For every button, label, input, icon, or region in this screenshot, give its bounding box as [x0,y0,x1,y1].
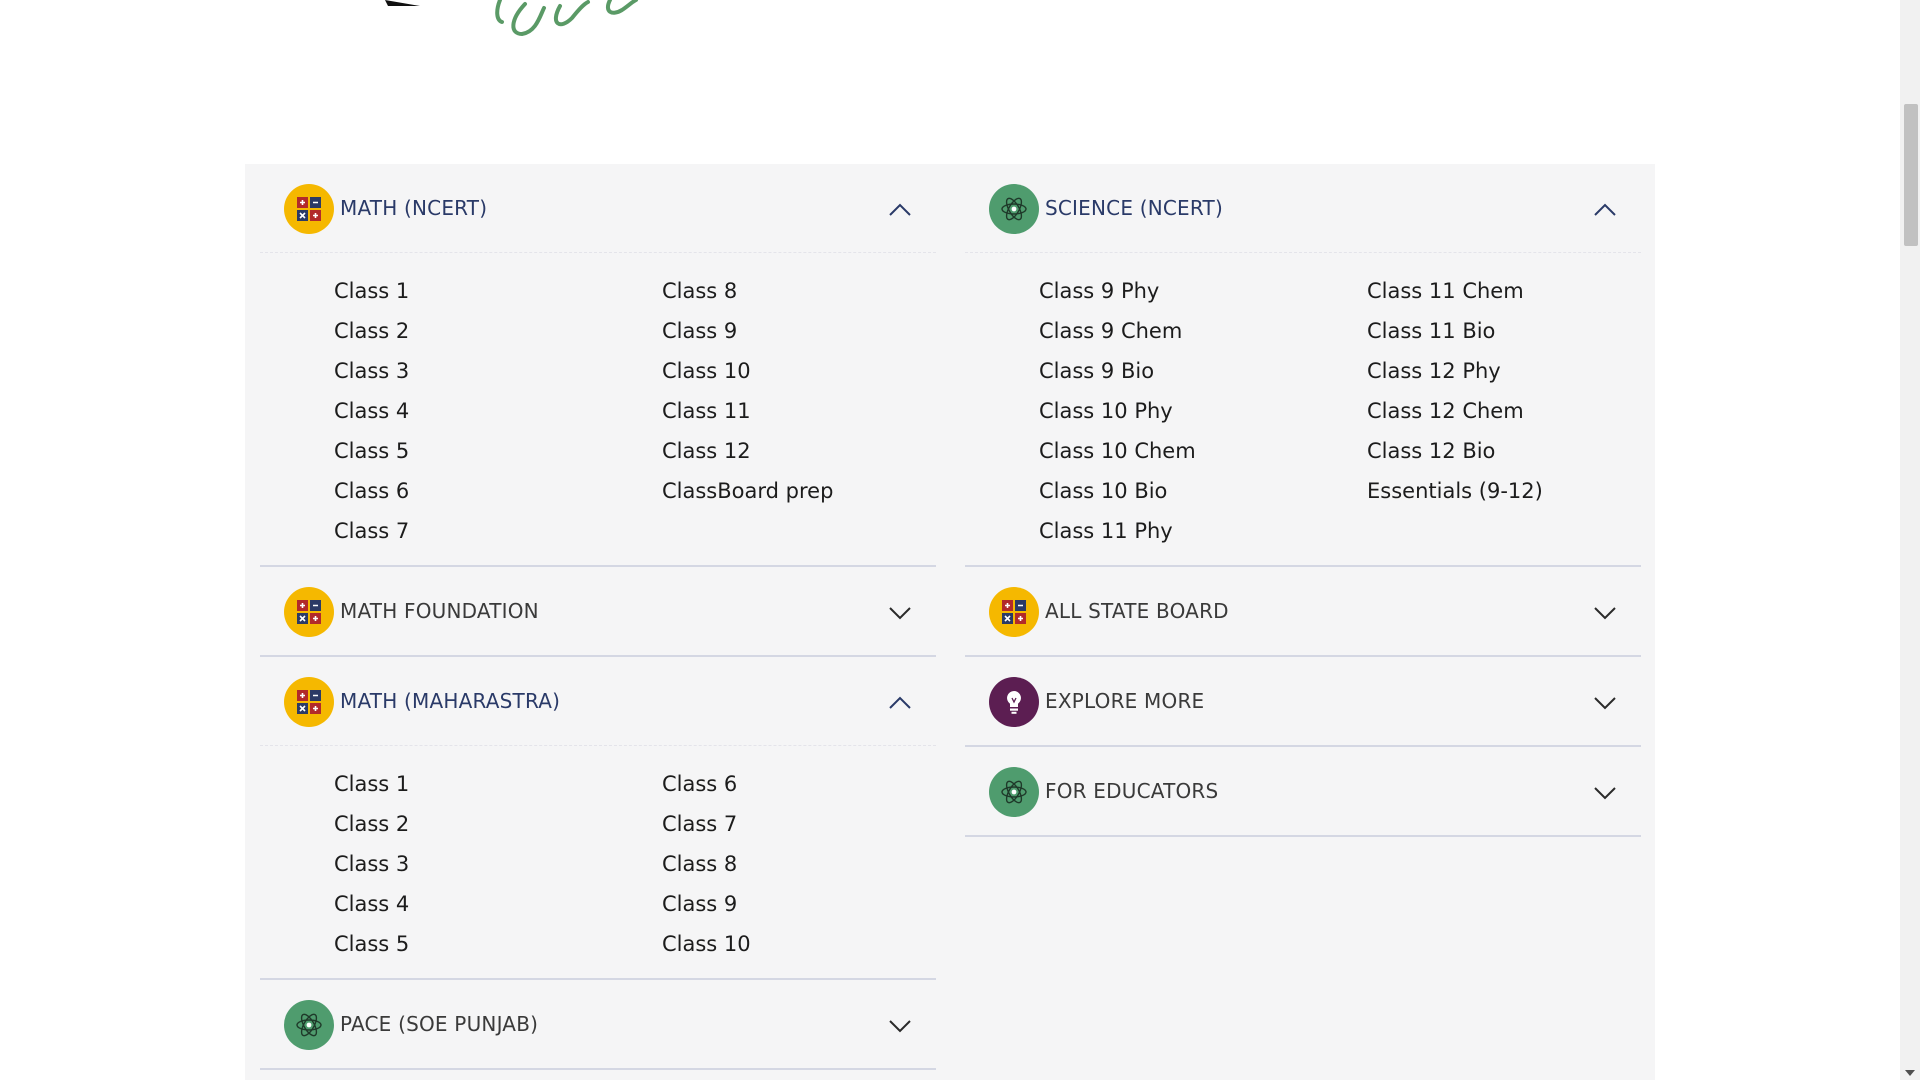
course-link[interactable]: Class 9 [662,311,990,351]
left-column: MATH (NCERT) Class 1 Class 2 Class 3 Class 4… [260,164,936,1070]
accordion-all-state-board: ALL STATE BOARD [965,567,1641,657]
course-link[interactable]: Class 9 Phy [1039,271,1367,311]
course-link[interactable]: Class 12 [662,431,990,471]
chevron-down-icon[interactable] [1593,781,1617,805]
accordion-title: SCIENCE (NCERT) [1045,196,1223,220]
accordion-title: ALL STATE BOARD [1045,599,1229,623]
course-link[interactable]: Class 6 [662,764,990,804]
accordion-links: Class 1 Class 2 Class 3 Class 4 Class 5 Class… [260,746,936,978]
accordion-math-foundation: MATH FOUNDATION [260,567,936,657]
chevron-up-icon[interactable] [1593,198,1617,222]
course-link[interactable]: Class 7 [334,511,662,551]
calculator-icon [284,677,334,727]
lightbulb-icon [989,677,1039,727]
accordion-title: FOR EDUCATORS [1045,779,1219,803]
accordion-title: PACE (SOE PUNJAB) [340,1012,539,1036]
course-link[interactable]: Class 1 [334,764,662,804]
calculator-icon [989,587,1039,637]
page-scrollbar[interactable] [1900,0,1920,1080]
course-link[interactable]: Class 5 [334,924,662,964]
accordion-explore-more: EXPLORE MORE [965,657,1641,747]
course-link[interactable]: Class 4 [334,391,662,431]
course-link[interactable]: Class 6 [334,471,662,511]
course-link[interactable]: Class 7 [662,804,990,844]
course-link[interactable]: Class 9 [662,884,990,924]
course-link[interactable]: Class 9 Chem [1039,311,1367,351]
accordion-header-math-foundation[interactable]: MATH FOUNDATION [260,567,936,655]
course-link[interactable]: Class 10 Bio [1039,471,1367,511]
course-link[interactable]: Class 10 [662,924,990,964]
accordion-math-ncert: MATH (NCERT) Class 1 Class 2 Class 3 Class 4… [260,164,936,567]
chevron-up-icon[interactable] [888,691,912,715]
course-link[interactable]: Class 8 [662,844,990,884]
accordion-title: MATH FOUNDATION [340,599,539,623]
accordion-links: Class 9 Phy Class 9 Chem Class 9 Bio Class … [965,253,1641,565]
course-link[interactable]: Class 11 Chem [1367,271,1695,311]
course-link[interactable]: Class 8 [662,271,990,311]
atom-icon [284,1000,334,1050]
accordion-for-educators: FOR EDUCATORS [965,747,1641,837]
course-link[interactable]: ClassBoard prep [662,471,990,511]
accordion-header-pace-soe-punjab[interactable]: PACE (SOE PUNJAB) [260,980,936,1068]
chevron-down-icon[interactable] [888,601,912,625]
accordion-header-for-educators[interactable]: FOR EDUCATORS [965,747,1641,835]
accordion-header-explore-more[interactable]: EXPLORE MORE [965,657,1641,745]
course-link[interactable]: Class 11 Bio [1367,311,1695,351]
course-link[interactable]: Class 3 [334,351,662,391]
accordion-header-math-ncert[interactable]: MATH (NCERT) [260,164,936,253]
accordion-title: EXPLORE MORE [1045,689,1205,713]
atom-icon [989,184,1039,234]
course-link[interactable]: Class 11 [662,391,990,431]
accordion-pace-soe-punjab: PACE (SOE PUNJAB) [260,980,936,1070]
right-column: SCIENCE (NCERT) Class 9 Phy Class 9 Chem Cl… [965,164,1641,837]
course-link[interactable]: Class 1 [334,271,662,311]
accordion-title: MATH (MAHARASTRA) [340,689,561,713]
atom-icon [989,767,1039,817]
scrollbar-thumb[interactable] [1904,104,1918,246]
accordion-header-math-maharastra[interactable]: MATH (MAHARASTRA) [260,657,936,746]
course-link[interactable]: Class 11 Phy [1039,511,1367,551]
scroll-down-arrow-icon[interactable] [1905,1070,1915,1076]
course-link[interactable]: Class 10 [662,351,990,391]
course-link[interactable]: Class 12 Bio [1367,431,1695,471]
chevron-down-icon[interactable] [1593,601,1617,625]
calculator-icon [284,184,334,234]
chevron-down-icon[interactable] [888,1014,912,1038]
accordion-science-ncert: SCIENCE (NCERT) Class 9 Phy Class 9 Chem Cl… [965,164,1641,567]
course-link[interactable]: Essentials (9-12) [1367,471,1695,511]
accordion-title: MATH (NCERT) [340,196,488,220]
course-link[interactable]: Class 2 [334,311,662,351]
course-accordion-panel: MATH (NCERT) Class 1 Class 2 Class 3 Class 4… [245,164,1655,1080]
accordion-links: Class 1 Class 2 Class 3 Class 4 Class 5 Class… [260,253,936,565]
accordion-math-maharastra: MATH (MAHARASTRA) Class 1 Class 2 Class 3 Cl… [260,657,936,980]
course-link[interactable]: Class 10 Phy [1039,391,1367,431]
accordion-header-science-ncert[interactable]: SCIENCE (NCERT) [965,164,1641,253]
course-link[interactable]: Class 12 Phy [1367,351,1695,391]
course-link[interactable]: Class 4 [334,884,662,924]
course-link[interactable]: Class 9 Bio [1039,351,1367,391]
course-link[interactable]: Class 5 [334,431,662,471]
logo-graphic [360,0,760,50]
chevron-up-icon[interactable] [888,198,912,222]
calculator-icon [284,587,334,637]
course-link[interactable]: Class 3 [334,844,662,884]
course-link[interactable]: Class 10 Chem [1039,431,1367,471]
chevron-down-icon[interactable] [1593,691,1617,715]
accordion-header-all-state-board[interactable]: ALL STATE BOARD [965,567,1641,655]
course-link[interactable]: Class 12 Chem [1367,391,1695,431]
course-link[interactable]: Class 2 [334,804,662,844]
